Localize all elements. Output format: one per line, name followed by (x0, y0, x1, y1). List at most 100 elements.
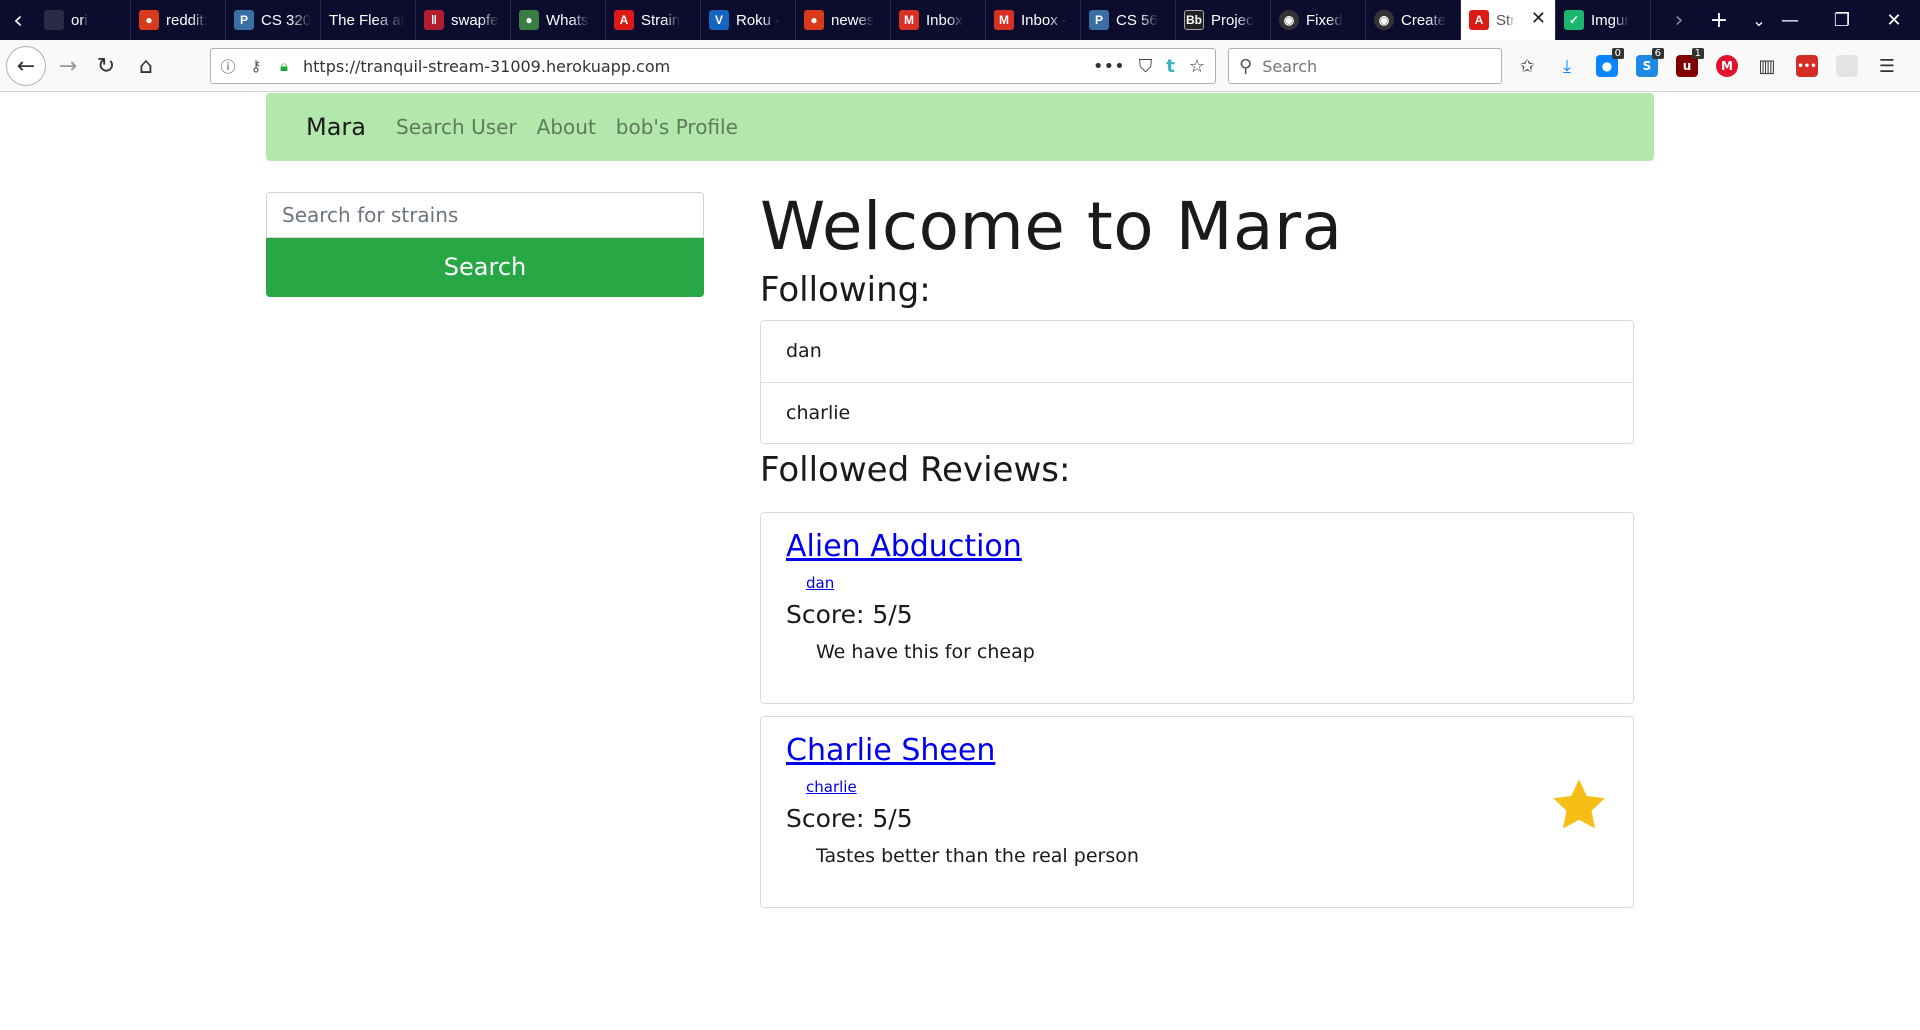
tab-strip-controls: › + ⌄ (1659, 0, 1779, 40)
review-title-link[interactable]: Charlie Sheen (786, 733, 995, 768)
tab-label: Inbox (926, 11, 963, 29)
browser-tab[interactable]: ori (36, 0, 131, 40)
star-icon[interactable] (1549, 775, 1609, 835)
main-column: Welcome to Mara Following: dan charlie F… (760, 188, 1634, 908)
nav-link-profile[interactable]: bob's Profile (616, 115, 738, 139)
tab-label: swapfe (451, 11, 499, 29)
review-score: Score: 5/5 (786, 599, 913, 629)
imgur-icon: ✓ (1564, 10, 1584, 30)
window-close-icon[interactable]: ✕ (1868, 0, 1920, 40)
tab-label: CS 56 (1116, 11, 1158, 29)
page-actions-ellipsis-icon[interactable]: ••• (1093, 56, 1125, 77)
tab-label: newes (831, 11, 875, 29)
tumblr-icon[interactable]: t (1166, 56, 1175, 77)
blackboard-icon: Bb (1184, 10, 1204, 30)
browser-tab[interactable]: ‖ swapfe (416, 0, 511, 40)
following-heading: Following: (760, 269, 931, 310)
review-user-link[interactable]: charlie (806, 778, 857, 796)
browser-tab[interactable]: ✓ Imgur (1556, 0, 1651, 40)
list-item[interactable]: charlie (761, 381, 1633, 443)
review-title-link[interactable]: Alien Abduction (786, 529, 1022, 564)
browser-tab[interactable]: ◉ Create (1366, 0, 1461, 40)
toolbar-extensions: ✩ ⤓ ● 0 S6 u1 M ▥ ••• ☰ (1510, 46, 1904, 86)
extension-chat-icon[interactable]: ● 0 (1590, 46, 1624, 86)
home-icon[interactable]: ⌂ (126, 46, 166, 86)
list-item[interactable]: dan (761, 321, 1633, 382)
piazza-icon: P (1089, 10, 1109, 30)
extension-badge: 6 (1651, 48, 1664, 59)
restore-icon[interactable]: ❐ (1816, 0, 1868, 40)
lastpass-icon[interactable]: ••• (1790, 46, 1824, 86)
browser-tab[interactable]: ● Whats (511, 0, 606, 40)
github-icon: ◉ (1279, 10, 1299, 30)
info-icon[interactable]: ⓘ (217, 55, 239, 77)
tab-label: Fixed (1306, 11, 1343, 29)
sidebar-toggle-icon[interactable]: ▥ (1750, 46, 1784, 86)
new-tab-plus-icon[interactable]: + (1699, 0, 1739, 40)
blank-square-icon (1836, 55, 1858, 77)
browser-tab[interactable]: P CS 56 (1081, 0, 1176, 40)
review-text: Tastes better than the real person (816, 844, 1139, 867)
nav-link-about[interactable]: About (537, 115, 596, 139)
extension-s-icon[interactable]: S6 (1630, 46, 1664, 86)
tab-label: Whats (546, 11, 589, 29)
tab-scroll-left-icon[interactable]: ‹ (0, 0, 36, 40)
gmail-icon: M (899, 10, 919, 30)
browser-tab[interactable]: M Inbox (891, 0, 986, 40)
minimize-icon[interactable]: — (1764, 0, 1816, 40)
nav-link-search-user[interactable]: Search User (396, 115, 517, 139)
browser-tab[interactable]: ◉ Fixed (1271, 0, 1366, 40)
browser-tab[interactable]: The Flea at (321, 0, 416, 40)
browser-tab[interactable]: M Inbox - (986, 0, 1081, 40)
browser-tab[interactable]: ● reddit: (131, 0, 226, 40)
extension-badge: 0 (1611, 48, 1624, 59)
key-icon[interactable]: ⚷ (245, 55, 267, 77)
tab-label: Roku - (736, 11, 781, 29)
ublock-shield-icon[interactable]: u1 (1670, 46, 1704, 86)
forward-arrow-icon[interactable]: → (48, 46, 88, 86)
browser-tab[interactable]: P CS 320 (226, 0, 321, 40)
reddit-alien-icon: ● (804, 10, 824, 30)
review-card: Charlie Sheen charlie Score: 5/5 Tastes … (760, 715, 1634, 908)
browser-tab-active[interactable]: A Str ✕ (1461, 0, 1556, 40)
review-card: Alien Abduction dan Score: 5/5 We have t… (760, 511, 1634, 704)
browser-tab[interactable]: A Strain (606, 0, 701, 40)
browser-search-input[interactable] (1262, 56, 1483, 76)
angular-icon: A (614, 10, 634, 30)
strain-search-form: Search (266, 192, 704, 297)
tab-label: Projec (1211, 11, 1254, 29)
tab-label: Inbox - (1021, 11, 1067, 29)
url-text[interactable]: https://tranquil-stream-31009.herokuapp.… (303, 57, 670, 76)
extension-blank-icon[interactable] (1830, 46, 1864, 86)
page-title: Welcome to Mara (760, 188, 1343, 265)
browser-tab[interactable]: V Roku - (701, 0, 796, 40)
tab-scroll-right-icon[interactable]: › (1659, 0, 1699, 40)
tab-label: ori (71, 11, 88, 29)
search-button[interactable]: Search (266, 237, 704, 297)
review-user-link[interactable]: dan (806, 574, 834, 592)
back-arrow-icon[interactable]: ← (6, 46, 46, 86)
angular-icon: A (1469, 10, 1489, 30)
tab-list: ori ● reddit: P CS 320 The Flea at ‖ swapfe… (36, 0, 1651, 40)
site-brand[interactable]: Mara (306, 113, 366, 141)
reload-icon[interactable]: ↻ (86, 46, 126, 86)
swapfest-icon: ‖ (424, 10, 444, 30)
browser-tab[interactable]: ● newes (796, 0, 891, 40)
review-text: We have this for cheap (816, 640, 1035, 663)
browser-search-bar[interactable]: ⚲ (1228, 48, 1502, 84)
extension-m-icon[interactable]: M (1710, 46, 1744, 86)
browser-tab[interactable]: Bb Projec (1176, 0, 1271, 40)
lock-icon[interactable]: 🔒︎ (273, 55, 295, 77)
close-tab-icon[interactable]: ✕ (1531, 8, 1546, 29)
url-bar[interactable]: ⓘ ⚷ 🔒︎ https://tranquil-stream-31009.her… (210, 48, 1216, 84)
downloads-arrow-icon[interactable]: ⤓ (1550, 46, 1584, 86)
pocket-icon[interactable]: ⛉ (1139, 56, 1153, 77)
tab-label: Strain (641, 11, 681, 29)
strain-search-input[interactable] (266, 192, 704, 238)
bookmark-star-icon[interactable]: ☆ (1189, 56, 1205, 77)
dots-icon: ••• (1796, 55, 1818, 77)
bookmarks-menu-icon[interactable]: ✩ (1510, 46, 1544, 86)
hamburger-menu-icon[interactable]: ☰ (1870, 46, 1904, 86)
tab-label: Imgur (1591, 11, 1630, 29)
tab-label: The Flea at (329, 11, 405, 29)
